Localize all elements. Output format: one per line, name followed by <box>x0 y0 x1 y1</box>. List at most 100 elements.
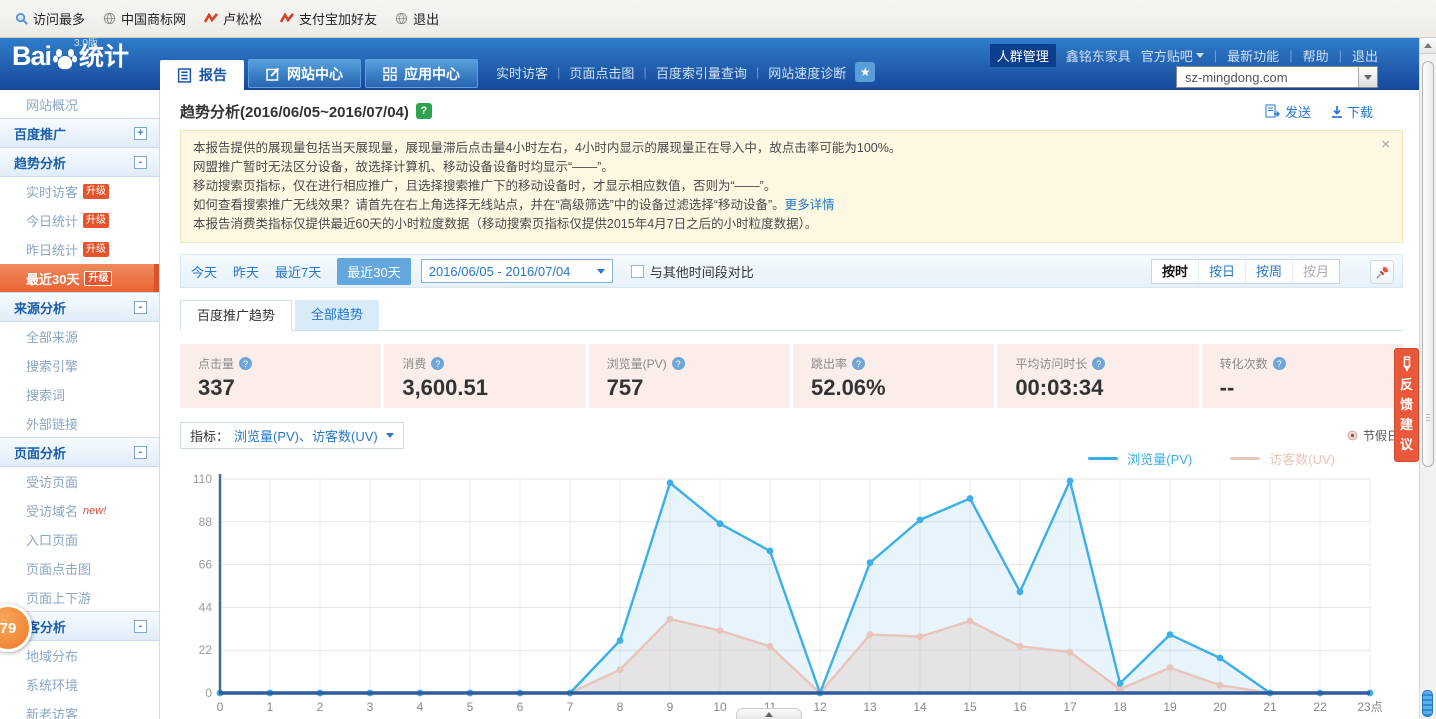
sidebar-item-全部来源[interactable]: 全部来源 <box>0 322 159 351</box>
quick-filter-最近30天[interactable]: 最近30天 <box>337 258 410 285</box>
report-tab-全部趋势[interactable]: 全部趋势 <box>295 300 379 330</box>
sidebar-item-受访域名[interactable]: 受访域名new! <box>0 496 159 525</box>
inner-scrollbar-thumb[interactable] <box>1422 690 1433 717</box>
sidebar-item-新老访客[interactable]: 新老访客 <box>0 699 159 719</box>
date-range-picker[interactable]: 2016/06/05 - 2016/07/04 <box>421 259 613 283</box>
sidebar-item-最近30天[interactable]: 最近30天升级 <box>0 264 159 293</box>
quick-filter-昨天[interactable]: 昨天 <box>233 262 259 281</box>
send-button[interactable]: 发送 <box>1265 102 1311 121</box>
bookmark-item[interactable]: 中国商标网 <box>94 6 195 31</box>
sidebar-item-搜索引擎[interactable]: 搜索引擎 <box>0 351 159 380</box>
primary-tab-报告[interactable]: 报告 <box>160 60 244 90</box>
quick-filter-今天[interactable]: 今天 <box>191 262 217 281</box>
quick-link-网站速度诊断[interactable]: 网站速度诊断 <box>768 63 846 82</box>
sidebar-item-label: 今日统计 <box>26 211 78 230</box>
sidebar-item-label: 新老访客 <box>26 704 78 719</box>
sidebar-item-页面上下游[interactable]: 页面上下游 <box>0 583 159 612</box>
sidebar-section-来源分析[interactable]: 来源分析 - <box>0 292 159 322</box>
svg-text:5: 5 <box>467 700 474 714</box>
report-tab-百度推广趋势[interactable]: 百度推广趋势 <box>180 300 292 331</box>
sidebar-item-label: 昨日统计 <box>26 240 78 259</box>
svg-text:20: 20 <box>1213 700 1227 714</box>
collapse-icon[interactable]: - <box>134 446 147 459</box>
sidebar-item-入口页面[interactable]: 入口页面 <box>0 525 159 554</box>
sidebar-item-label: 受访页面 <box>26 472 78 491</box>
metric-selector[interactable]: 指标： 浏览量(PV)、访客数(UV) <box>180 422 404 449</box>
chevron-down-icon <box>1364 75 1372 80</box>
trend-chart[interactable]: 0224466881100123456789101112131415161718… <box>180 469 1402 719</box>
favorite-star-button[interactable]: ★ <box>855 62 875 82</box>
quick-link-实时访客[interactable]: 实时访客 <box>496 63 548 82</box>
top-link-鑫铭东家具[interactable]: 鑫铭东家具 <box>1066 46 1131 65</box>
download-icon <box>1331 105 1343 118</box>
granularity-按日[interactable]: 按日 <box>1198 260 1245 283</box>
quick-filter-最近7天[interactable]: 最近7天 <box>275 262 321 281</box>
sidebar-item-label: 地域分布 <box>26 646 78 665</box>
sidebar-item-页面点击图[interactable]: 页面点击图 <box>0 554 159 583</box>
more-details-link[interactable]: 更多详情 <box>785 198 835 212</box>
info-icon[interactable]: ? <box>431 357 444 370</box>
quick-link-页面点击图[interactable]: 页面点击图 <box>569 63 634 82</box>
feedback-tab[interactable]: 反馈建议 <box>1394 348 1419 462</box>
legend-item-访客数(UV)[interactable]: 访客数(UV) <box>1230 449 1335 468</box>
stat-card-跳出率: 跳出率?52.06% <box>790 344 994 408</box>
sidebar-section-趋势分析[interactable]: 趋势分析- <box>0 147 159 177</box>
stat-label-text: 消费 <box>402 355 426 372</box>
svg-text:21: 21 <box>1263 700 1277 714</box>
granularity-按时[interactable]: 按时 <box>1152 260 1198 283</box>
pin-button[interactable] <box>1370 260 1394 284</box>
help-icon[interactable]: ? <box>416 103 432 119</box>
info-icon[interactable]: ? <box>1092 357 1105 370</box>
sidebar-item-系统环境[interactable]: 系统环境 <box>0 670 159 699</box>
granularity-按月: 按月 <box>1292 260 1339 283</box>
scrollbar-thumb[interactable] <box>1422 61 1434 467</box>
info-icon[interactable]: ? <box>239 357 252 370</box>
compare-checkbox[interactable] <box>631 265 644 278</box>
top-link-官方贴吧[interactable]: 官方贴吧 <box>1141 46 1204 65</box>
sidebar-item-外部链接[interactable]: 外部链接 <box>0 409 159 438</box>
quick-link-百度索引量查询[interactable]: 百度索引量查询 <box>656 63 747 82</box>
site-selector-dropdown-button[interactable] <box>1358 67 1377 87</box>
collapse-icon[interactable]: - <box>134 156 147 169</box>
primary-tab-应用中心[interactable]: 应用中心 <box>365 59 478 88</box>
sidebar-section-label: 来源分析 <box>14 298 66 317</box>
vertical-scrollbar[interactable] <box>1419 38 1436 719</box>
granularity-按周[interactable]: 按周 <box>1245 260 1292 283</box>
info-icon[interactable]: ? <box>672 357 685 370</box>
top-link-帮助[interactable]: 帮助 <box>1303 46 1329 65</box>
sidebar-section-百度推广[interactable]: 百度推广+ <box>0 118 159 148</box>
stat-label-text: 浏览量(PV) <box>607 355 667 372</box>
top-link-退出[interactable]: 退出 <box>1352 46 1378 65</box>
sidebar-section-页面分析[interactable]: 页面分析- <box>0 437 159 467</box>
separator: | <box>756 65 759 80</box>
stat-value: 3,600.51 <box>402 375 585 401</box>
sidebar-item-受访页面[interactable]: 受访页面 <box>0 467 159 496</box>
info-icon[interactable]: ? <box>1273 357 1286 370</box>
baidu-tongji-logo[interactable]: Bai 统计 3.0版 <box>12 43 129 70</box>
collapse-icon[interactable]: - <box>134 620 147 633</box>
bookmark-label: 中国商标网 <box>121 9 186 28</box>
bookmark-item[interactable]: 支付宝加好友 <box>271 6 386 31</box>
collapse-icon[interactable]: - <box>134 301 147 314</box>
legend-item-浏览量(PV)[interactable]: 浏览量(PV) <box>1088 449 1192 468</box>
close-icon[interactable]: × <box>1381 139 1390 151</box>
bottom-collapse-tab[interactable] <box>736 708 802 719</box>
primary-tab-网站中心[interactable]: 网站中心 <box>248 59 361 88</box>
sidebar-item-今日统计[interactable]: 今日统计升级 <box>0 206 159 235</box>
sidebar-item-实时访客[interactable]: 实时访客升级 <box>0 177 159 206</box>
sidebar-item-昨日统计[interactable]: 昨日统计升级 <box>0 235 159 264</box>
bookmark-item[interactable]: 访问最多 <box>6 6 94 31</box>
bookmark-item[interactable]: 卢松松 <box>195 6 271 31</box>
info-icon[interactable]: ? <box>852 357 865 370</box>
site-selector[interactable]: sz-mingdong.com <box>1176 66 1378 88</box>
separator: | <box>1339 48 1342 63</box>
download-button[interactable]: 下载 <box>1331 102 1373 121</box>
expand-icon[interactable]: + <box>134 127 147 140</box>
sidebar-item-网站概况[interactable]: 网站概况 <box>0 90 159 119</box>
top-link-最新功能[interactable]: 最新功能 <box>1227 46 1279 65</box>
bookmark-item[interactable]: 退出 <box>386 6 448 31</box>
sidebar-item-搜索词[interactable]: 搜索词 <box>0 380 159 409</box>
top-link-人群管理[interactable]: 人群管理 <box>990 44 1056 67</box>
stat-card-点击量: 点击量?337 <box>180 344 381 408</box>
scrollbar-up-arrow-icon[interactable] <box>1420 38 1436 54</box>
